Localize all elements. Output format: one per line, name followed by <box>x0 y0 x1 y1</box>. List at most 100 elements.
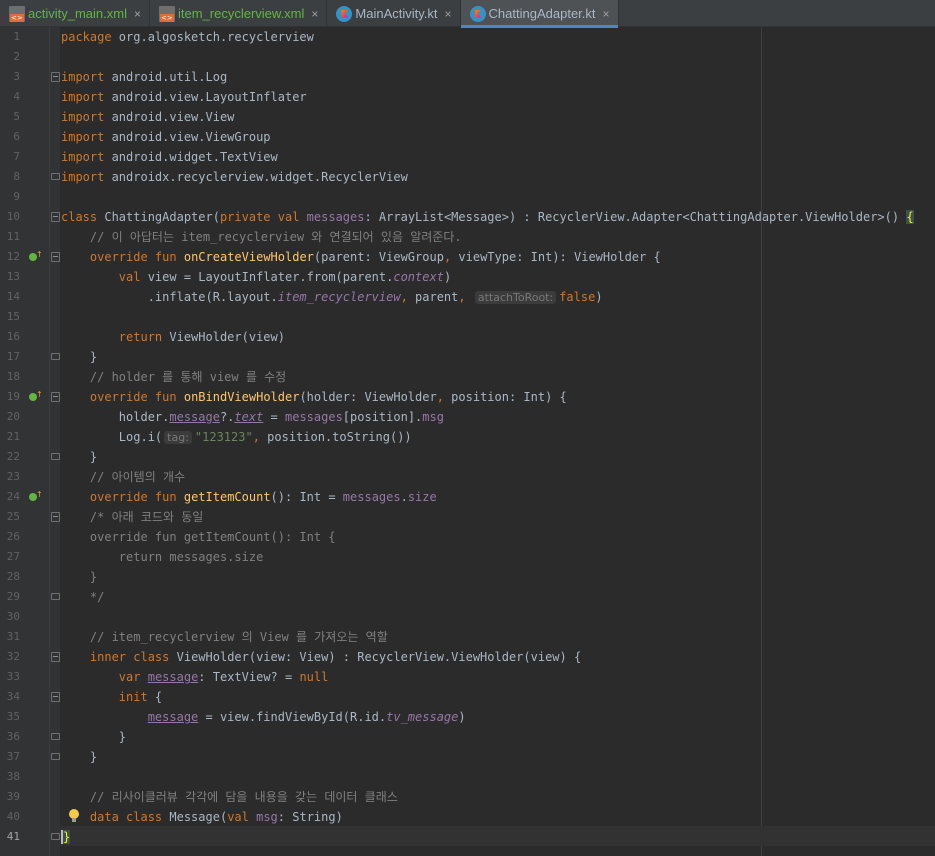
parameter-hint: attachToRoot: <box>474 291 557 304</box>
fold-collapse-icon[interactable] <box>51 392 60 402</box>
fold-end-icon[interactable] <box>51 753 60 760</box>
parameter-hint: tag: <box>164 431 192 444</box>
fold-collapse-icon[interactable] <box>51 252 60 262</box>
code-line[interactable]: 13 val view = LayoutInflater.from(parent… <box>0 267 935 287</box>
code-line[interactable]: 21 Log.i(tag: "123123", position.toString… <box>0 427 935 447</box>
fold-collapse-icon[interactable] <box>51 652 60 662</box>
fold-end-icon[interactable] <box>51 733 60 740</box>
tab-activity-main-xml[interactable]: activity_main.xml × <box>0 0 150 27</box>
code-token: ) <box>458 710 466 724</box>
code-line[interactable]: 41} <box>0 827 935 847</box>
code-line[interactable]: 16 return ViewHolder(view) <box>0 327 935 347</box>
fold-collapse-icon[interactable] <box>51 212 60 222</box>
code-line[interactable]: 3 import android.util.Log <box>0 67 935 87</box>
code-line[interactable]: 12 ↑ override fun onCreateViewHolder(pare… <box>0 247 935 267</box>
close-icon[interactable]: × <box>134 7 141 21</box>
tab-chattingadapter-kt[interactable]: ChattingAdapter.kt × <box>460 0 619 28</box>
code-token: . <box>400 490 408 504</box>
code-text: val view = LayoutInflater.from(parent.co… <box>61 270 451 284</box>
code-line[interactable]: 25 /* 아래 코드와 동일 <box>0 507 935 527</box>
code-token: } <box>61 730 127 744</box>
code-line[interactable]: 18 // holder 를 통해 view 를 수정 <box>0 367 935 387</box>
line-number: 12 <box>6 250 20 263</box>
tab-item-recyclerview-xml[interactable]: item_recyclerview.xml × <box>150 0 328 27</box>
code-token: androidx.recyclerview.widget.RecyclerVie… <box>104 170 408 184</box>
fold-end-icon[interactable] <box>51 833 60 840</box>
fold-end-icon[interactable] <box>51 173 60 180</box>
code-token: var <box>118 670 141 684</box>
code-line[interactable]: 17 } <box>0 347 935 367</box>
code-token: position.toString()) <box>259 430 412 444</box>
override-method-icon[interactable]: ↑ <box>29 390 43 402</box>
code-token: , <box>458 290 466 304</box>
code-line[interactable]: 32 inner class ViewHolder(view: View) : … <box>0 647 935 667</box>
close-icon[interactable]: × <box>603 7 610 21</box>
override-method-icon[interactable]: ↑ <box>29 250 43 262</box>
code-line[interactable]: 24 ↑ override fun getItemCount(): Int = m… <box>0 487 935 507</box>
line-number: 22 <box>6 450 20 463</box>
code-line[interactable]: 34 init { <box>0 687 935 707</box>
code-line[interactable]: 9 <box>0 187 935 207</box>
code-line[interactable]: 38 <box>0 767 935 787</box>
code-token: private val <box>219 210 300 224</box>
fold-end-icon[interactable] <box>51 353 60 360</box>
code-line[interactable]: 40 data class Message(val msg: String) <box>0 807 935 827</box>
tab-mainactivity-kt[interactable]: MainActivity.kt × <box>327 0 461 27</box>
code-line[interactable]: 4 import android.view.LayoutInflater <box>0 87 935 107</box>
code-token: messages <box>285 410 343 424</box>
code-line[interactable]: 19 ↑ override fun onBindViewHolder(holder… <box>0 387 935 407</box>
code-token: ) <box>443 270 452 284</box>
line-number: 10 <box>6 210 20 223</box>
code-line[interactable]: 31 // item_recyclerview 의 View 를 가져오는 역할 <box>0 627 935 647</box>
code-line[interactable]: 14 .inflate(R.layout.item_recyclerview, … <box>0 287 935 307</box>
code-line[interactable]: 39 // 리사이클러뷰 각각에 담을 내용을 갖는 데이터 클래스 <box>0 787 935 807</box>
code-token: : ArrayList<Message>) : RecyclerView.Ada… <box>364 210 907 224</box>
code-line[interactable]: 23 // 아이템의 개수 <box>0 467 935 487</box>
code-line[interactable]: 37 } <box>0 747 935 767</box>
code-line[interactable]: 20 holder.message?.text = messages[posit… <box>0 407 935 427</box>
code-token: , <box>252 430 260 444</box>
code-line[interactable]: 28 } <box>0 567 935 587</box>
code-token: android.view.ViewGroup <box>104 130 271 144</box>
code-line[interactable]: 6 import android.view.ViewGroup <box>0 127 935 147</box>
code-line[interactable]: 22 } <box>0 447 935 467</box>
code-line[interactable]: 1 package org.algosketch.recyclerview <box>0 27 935 47</box>
code-line[interactable]: 36 } <box>0 727 935 747</box>
code-line[interactable]: 26 override fun getItemCount(): Int { <box>0 527 935 547</box>
code-token: return <box>118 330 163 344</box>
code-token: // item_recyclerview 의 View 를 가져오는 역할 <box>61 630 388 644</box>
line-number: 39 <box>6 790 20 803</box>
fold-end-icon[interactable] <box>51 593 60 600</box>
code-token: holder. <box>61 410 170 424</box>
code-line[interactable]: 35 message = view.findViewById(R.id.tv_m… <box>0 707 935 727</box>
code-text: // 이 아답터는 item_recyclerview 와 연결되어 있음 알려… <box>61 230 462 244</box>
code-text: } <box>61 450 97 464</box>
code-line[interactable]: 11 // 이 아답터는 item_recyclerview 와 연결되어 있음… <box>0 227 935 247</box>
kotlin-file-icon <box>336 5 353 22</box>
code-line[interactable]: 15 <box>0 307 935 327</box>
code-line[interactable]: 7 import android.widget.TextView <box>0 147 935 167</box>
code-token: tv_message <box>386 710 459 724</box>
code-line[interactable]: 27 return messages.size <box>0 547 935 567</box>
fold-collapse-icon[interactable] <box>51 72 60 82</box>
close-icon[interactable]: × <box>445 7 452 21</box>
code-line[interactable]: 2 <box>0 47 935 67</box>
code-line[interactable]: 5 import android.view.View <box>0 107 935 127</box>
code-line[interactable]: 30 <box>0 607 935 627</box>
close-icon[interactable]: × <box>311 7 318 21</box>
fold-collapse-icon[interactable] <box>51 692 60 702</box>
code-line[interactable]: 10 class ChattingAdapter(private val mess… <box>0 207 935 227</box>
code-line[interactable]: 8 import androidx.recyclerview.widget.Rec… <box>0 167 935 187</box>
code-token: messages <box>342 490 401 504</box>
fold-collapse-icon[interactable] <box>51 512 60 522</box>
line-number: 20 <box>6 410 20 423</box>
code-token: override fun <box>89 390 177 404</box>
code-line[interactable]: 29 */ <box>0 587 935 607</box>
override-method-icon[interactable]: ↑ <box>29 490 43 502</box>
code-token: ChattingAdapter( <box>97 210 220 224</box>
code-line[interactable]: 33 var message: TextView? = null <box>0 667 935 687</box>
fold-end-icon[interactable] <box>51 453 60 460</box>
